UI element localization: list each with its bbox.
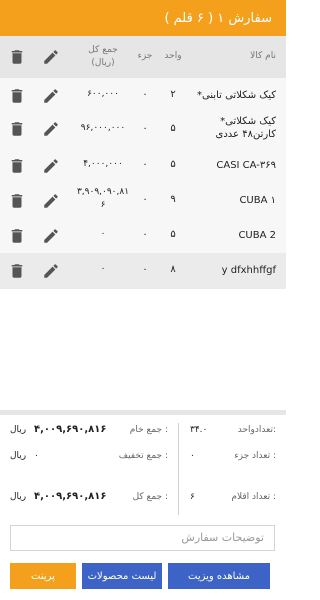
parts-label: تعداد جزء : xyxy=(234,451,276,461)
row-part: ۰ xyxy=(142,229,148,240)
row-name: CASI CA-۳۶۹ xyxy=(216,160,276,171)
gross-currency: ریال xyxy=(10,425,27,435)
column-name: نام کالا xyxy=(250,51,276,61)
gross-value: ۴,۰۰۹,۶۹۰,۸۱۶ xyxy=(34,424,107,435)
row-part: ۰ xyxy=(142,89,148,100)
row-unit: ۹ xyxy=(170,194,176,205)
edit-icon[interactable] xyxy=(42,120,60,138)
row-part: ۰ xyxy=(142,264,148,275)
parts-value: ۰ xyxy=(190,451,195,461)
trash-icon[interactable] xyxy=(8,87,26,105)
row-unit: ۵ xyxy=(170,159,176,170)
row-total: ۰ xyxy=(100,229,106,239)
table-row[interactable]: ۳,۹۰۹,۰۹۰,۸۱ ۶ ۰ ۹ CUBA ۱ xyxy=(0,183,286,220)
row-total: ۰ xyxy=(100,264,106,274)
row-unit: ۵ xyxy=(170,229,176,240)
net-value: ۴,۰۰۹,۶۹۰,۸۱۶ xyxy=(34,491,107,502)
row-total: ۳,۹۰۹,۰۹۰,۸۱ ۶ xyxy=(76,187,130,210)
view-visit-button[interactable]: مشاهده ویزیت xyxy=(168,563,270,589)
row-unit: ۸ xyxy=(170,264,176,275)
row-total: ۴,۰۰۰,۰۰۰ xyxy=(83,159,123,169)
table-row[interactable]: ۴,۰۰۰,۰۰۰ ۰ ۵ CASI CA-۳۶۹ xyxy=(0,148,286,185)
edit-icon[interactable] xyxy=(42,227,60,245)
discount-label: جمع تخفیف : xyxy=(118,451,168,461)
row-name: *کیک شکلاتی تابنی xyxy=(196,90,276,101)
trash-icon[interactable] xyxy=(8,192,26,210)
edit-icon[interactable] xyxy=(42,192,60,210)
row-part: ۰ xyxy=(142,159,148,170)
summary-divider xyxy=(178,423,179,515)
edit-icon[interactable] xyxy=(42,262,60,280)
items-value: ۶ xyxy=(190,492,195,502)
print-button[interactable]: پرینت xyxy=(10,563,76,589)
order-summary: تعدادواحد: ۳۴.۰ تعداد جزء : ۰ تعداد اقلا… xyxy=(0,410,286,520)
row-name: y dfxhhffgf xyxy=(221,265,276,276)
discount-currency: ریال xyxy=(10,451,27,461)
units-value: ۳۴.۰ xyxy=(190,425,208,435)
row-part: ۰ xyxy=(142,194,148,205)
column-unit: واحد xyxy=(164,51,182,61)
trash-icon[interactable] xyxy=(8,157,26,175)
edit-icon[interactable] xyxy=(42,87,60,105)
edit-icon[interactable] xyxy=(42,48,60,66)
table-header: جمع کل (ریال) جزء واحد نام کالا xyxy=(0,36,286,78)
items-label: تعداد اقلام : xyxy=(231,492,276,502)
row-part: ۰ xyxy=(142,123,148,134)
print-label: پرینت xyxy=(31,570,55,582)
row-name: CUBA 2 xyxy=(238,230,276,241)
gross-label: جمع خام : xyxy=(129,425,168,435)
edit-icon[interactable] xyxy=(42,157,60,175)
product-list-button[interactable]: لیست محصولات xyxy=(82,563,162,589)
order-notes-field[interactable]: توضیحات سفارش xyxy=(10,525,275,551)
order-title: سفارش ۱ ( ۶ قلم ) xyxy=(164,10,272,26)
order-header: سفارش ۱ ( ۶ قلم ) xyxy=(0,0,286,36)
table-row[interactable]: ۰ ۰ ۵ CUBA 2 xyxy=(0,218,286,255)
row-name: CUBA ۱ xyxy=(239,195,276,206)
row-name: *کیک شکلاتی کارتن۴۸ عددی xyxy=(215,116,276,140)
net-label: جمع کل : xyxy=(132,492,168,502)
trash-icon[interactable] xyxy=(8,120,26,138)
product-list-label: لیست محصولات xyxy=(87,570,157,582)
trash-icon[interactable] xyxy=(8,48,26,66)
row-total: ۹۶,۰۰۰,۰۰۰ xyxy=(80,123,126,133)
row-unit: ۲ xyxy=(170,89,176,100)
table-row[interactable]: ۹۶,۰۰۰,۰۰۰ ۰ ۵ *کیک شکلاتی کارتن۴۸ عددی xyxy=(0,110,286,149)
row-total: ۶۰۰,۰۰۰ xyxy=(87,89,119,99)
table-row[interactable]: ۰ ۰ ۸ y dfxhhffgf xyxy=(0,253,286,290)
row-unit: ۵ xyxy=(170,123,176,134)
net-currency: ریال xyxy=(10,492,27,502)
order-notes-placeholder: توضیحات سفارش xyxy=(181,531,264,544)
trash-icon[interactable] xyxy=(8,227,26,245)
column-total: جمع کل (ریال) xyxy=(88,45,118,68)
column-part: جزء xyxy=(137,51,153,61)
view-visit-label: مشاهده ویزیت xyxy=(188,570,250,582)
units-label: تعدادواحد: xyxy=(237,425,276,435)
discount-value: ۰ xyxy=(34,451,39,461)
trash-icon[interactable] xyxy=(8,262,26,280)
